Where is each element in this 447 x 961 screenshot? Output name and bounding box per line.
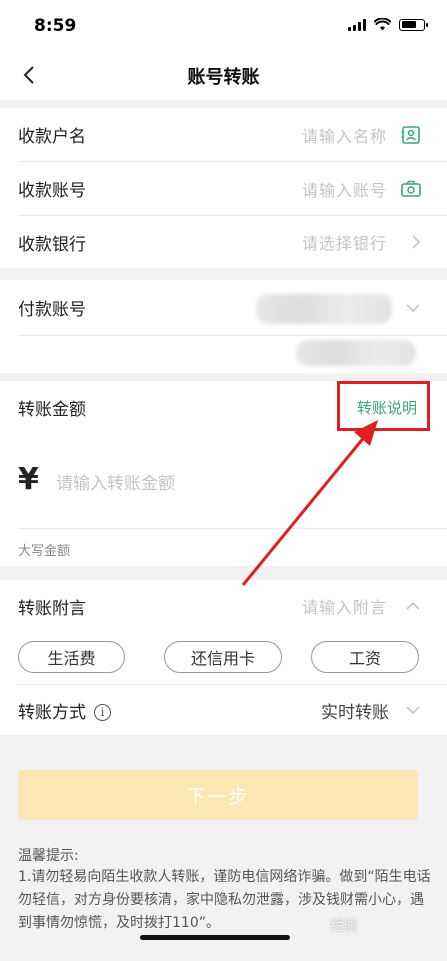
chip-credit-card[interactable]: 还信用卡 [164,641,282,673]
chip-salary[interactable]: 工资 [311,641,419,673]
status-time: 8:59 [34,16,77,36]
home-indicator [140,935,290,940]
tips-body: 1.请勿轻易向陌生收款人转账，谨防电信网络诈骗。做到“陌生电话勿轻信，对方身份要… [18,869,431,931]
chevron-down-icon [405,705,421,715]
payee-bank-select[interactable]: 请选择银行 [302,230,387,254]
payer-account-masked [256,294,392,324]
watermark: 经验 [330,918,358,934]
payer-section: 付款账号 [0,280,447,373]
amount-label: 转账金额 [18,399,86,420]
remark-row[interactable]: 转账附言 请输入附言 [0,580,447,632]
page-title: 账号转账 [187,67,260,88]
payer-account-row[interactable]: 付款账号 [0,280,447,335]
payee-bank-label: 收款银行 [18,234,86,255]
payee-account-row[interactable]: 收款账号 请输入账号 [0,162,447,215]
next-step-button[interactable]: 下一步 [18,770,418,820]
payee-name-row[interactable]: 收款户名 请输入名称 [0,108,447,161]
contacts-icon[interactable] [401,125,421,145]
divider [18,528,447,529]
payee-bank-row[interactable]: 收款银行 请选择银行 [0,216,447,268]
currency-symbol: ¥ [18,462,39,497]
status-icons [348,18,428,31]
payee-account-input[interactable]: 请输入账号 [302,177,387,201]
annotation-highlight-box [337,381,430,431]
battery-icon [399,18,428,31]
transfer-method-label: 转账方式 [18,702,86,723]
payee-account-label: 收款账号 [18,181,86,201]
camera-icon[interactable] [401,180,421,198]
status-bar: 8:59 [0,0,447,50]
payer-account-label: 付款账号 [18,300,86,320]
amount-in-words-label: 大写金额 [18,544,71,559]
payee-name-input[interactable]: 请输入名称 [302,123,387,147]
chip-living-expenses[interactable]: 生活费 [18,641,125,673]
chevron-down-icon[interactable] [405,303,421,313]
tips-title: 温馨提示: [18,848,79,864]
transfer-method-row[interactable]: 转账方式 i 实时转账 [0,685,447,735]
nav-bar: 账号转账 [0,50,447,100]
payee-name-label: 收款户名 [18,127,86,147]
signal-icon [348,18,366,31]
payer-balance-masked [296,340,416,366]
amount-input[interactable]: 请输入转账金额 [56,469,175,494]
wifi-icon [374,18,391,31]
payee-section: 收款户名 请输入名称 收款账号 请输入账号 收款银行 请选择银行 [0,108,447,268]
remark-input[interactable]: 请输入附言 [302,594,387,618]
transfer-method-label-wrap: 转账方式 i [18,698,111,723]
remark-label: 转账附言 [18,598,86,619]
info-icon[interactable]: i [94,704,111,721]
chevron-right-icon [411,234,421,250]
divider [18,335,447,336]
chevron-up-icon[interactable] [405,601,421,611]
transfer-method-value[interactable]: 实时转账 [321,698,389,723]
